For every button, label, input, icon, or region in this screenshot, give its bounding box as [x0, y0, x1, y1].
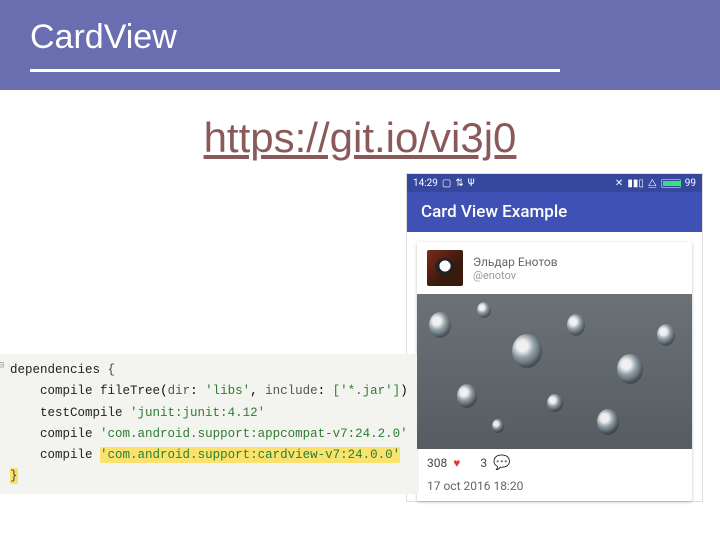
battery-icon	[661, 179, 681, 188]
card: Эльдар Енотов @enotov	[417, 242, 692, 501]
card-timestamp: 17 oct 2016 18:20	[417, 477, 692, 501]
heart-icon[interactable]: ♥	[453, 456, 460, 470]
comment-icon[interactable]: 💬	[493, 455, 510, 471]
user-handle: @enotov	[473, 269, 558, 282]
comment-count: 3	[480, 456, 487, 470]
status-icon: ⇅	[455, 178, 463, 189]
avatar	[427, 250, 463, 286]
status-icon: ▢	[442, 178, 451, 189]
status-bar: 14:29 ▢ ⇅ Ψ ✕ ▮▮▯ ⧋ 99	[407, 174, 702, 192]
signal-icon: ▮▮▯	[627, 178, 644, 189]
app-bar-title: Card View Example	[407, 192, 702, 232]
card-image-raindrops	[417, 294, 692, 449]
user-name: Эльдар Енотов	[473, 255, 558, 269]
gutter-icon: ⊟	[0, 358, 4, 375]
android-mockup: 14:29 ▢ ⇅ Ψ ✕ ▮▮▯ ⧋ 99 Card View Example	[407, 174, 702, 501]
gradle-code-block: ⊟ dependencies { compile fileTree(dir: '…	[0, 354, 419, 494]
status-time: 14:29	[413, 178, 438, 189]
wifi-icon: ⧋	[648, 178, 657, 189]
git-link[interactable]: https://git.io/vi3j0	[204, 114, 517, 161]
battery-pct: 99	[685, 178, 696, 189]
mute-icon: ✕	[615, 178, 623, 189]
card-actions: 308 ♥ 3 💬	[417, 449, 692, 477]
like-count: 308	[427, 456, 447, 470]
card-header: Эльдар Енотов @enotov	[417, 242, 692, 294]
link-row: https://git.io/vi3j0	[0, 90, 720, 174]
slide-title: CardView	[30, 18, 720, 57]
status-icon: Ψ	[468, 178, 475, 189]
slide-header: CardView	[0, 0, 720, 90]
